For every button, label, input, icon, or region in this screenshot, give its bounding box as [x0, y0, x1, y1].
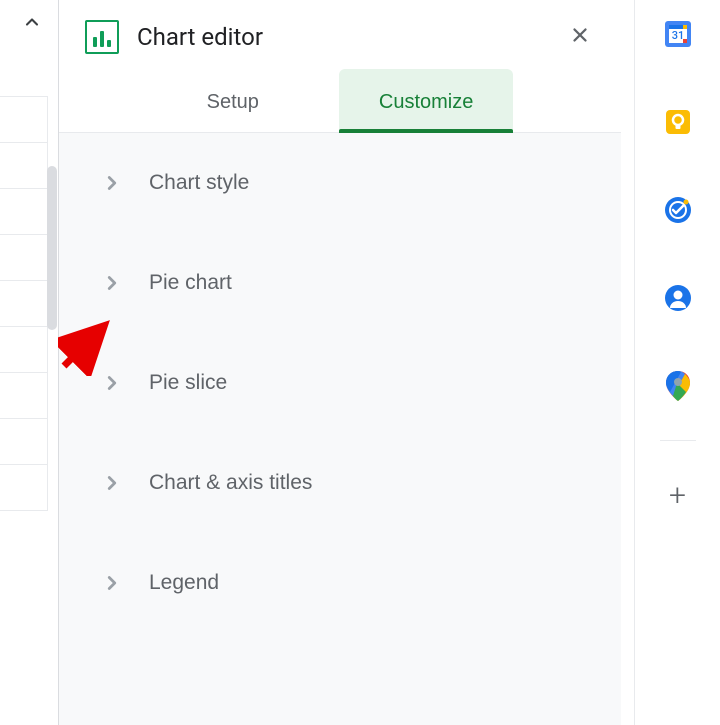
customize-sections: Chart style Pie chart Pie slice Chart & … [59, 133, 621, 725]
chevron-right-icon [101, 472, 123, 494]
section-chart-axis-titles[interactable]: Chart & axis titles [59, 433, 621, 533]
section-pie-chart[interactable]: Pie chart [59, 233, 621, 333]
chevron-right-icon [101, 572, 123, 594]
calendar-app-icon[interactable]: 31 [662, 18, 694, 50]
add-addon-button[interactable]: + [662, 479, 694, 511]
maps-app-icon[interactable] [662, 370, 694, 402]
panel-title: Chart editor [137, 23, 545, 51]
section-label: Chart style [149, 171, 249, 195]
tab-customize[interactable]: Customize [339, 69, 513, 132]
spreadsheet-grid-edge [0, 96, 48, 516]
tasks-app-icon[interactable] [662, 194, 694, 226]
tab-setup[interactable]: Setup [167, 69, 299, 132]
section-label: Legend [149, 571, 219, 595]
side-addon-panel: 31 [634, 0, 720, 725]
tabs-bar: Setup Customize [59, 69, 621, 133]
section-legend[interactable]: Legend [59, 533, 621, 633]
section-label: Pie chart [149, 271, 232, 295]
close-button[interactable] [563, 18, 597, 55]
chevron-right-icon [101, 172, 123, 194]
chart-editor-panel: Chart editor Setup Customize Chart style… [58, 0, 621, 725]
contacts-app-icon[interactable] [662, 282, 694, 314]
side-panel-divider [660, 440, 696, 441]
section-label: Chart & axis titles [149, 471, 312, 495]
toolbar-collapse-chevron-icon[interactable] [22, 12, 42, 36]
close-icon [569, 24, 591, 46]
svg-text:31: 31 [671, 29, 684, 42]
vertical-scrollbar-thumb[interactable] [47, 166, 57, 330]
section-pie-slice[interactable]: Pie slice [59, 333, 621, 433]
keep-app-icon[interactable] [662, 106, 694, 138]
chart-editor-logo-icon [85, 20, 119, 54]
section-chart-style[interactable]: Chart style [59, 133, 621, 233]
chevron-right-icon [101, 272, 123, 294]
plus-icon: + [669, 478, 686, 513]
chevron-right-icon [101, 372, 123, 394]
section-label: Pie slice [149, 371, 227, 395]
tab-label: Customize [379, 91, 473, 113]
tab-label: Setup [207, 91, 259, 113]
